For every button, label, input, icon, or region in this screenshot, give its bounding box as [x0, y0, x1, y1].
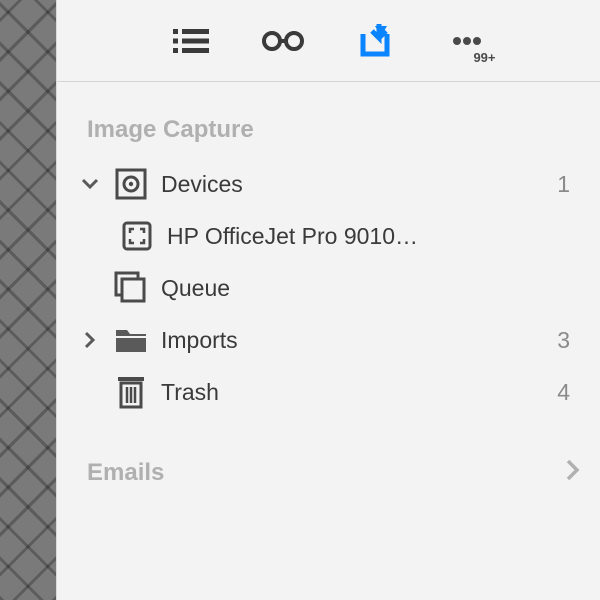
- scanner-icon: [119, 218, 155, 254]
- list-icon: [173, 27, 209, 55]
- more-icon: [452, 36, 482, 46]
- chevron-down-icon: [81, 178, 99, 190]
- disclosure-imports[interactable]: [79, 329, 101, 351]
- more-badge: 99+: [473, 50, 495, 65]
- imports-count: 3: [557, 327, 570, 354]
- sidebar-item-queue[interactable]: Queue: [57, 262, 600, 314]
- section-header-image-capture: Image Capture: [57, 82, 600, 158]
- device-icon: [113, 166, 149, 202]
- devices-count: 1: [557, 171, 570, 198]
- background-texture: [0, 0, 56, 600]
- list-view-button[interactable]: [166, 19, 216, 63]
- import-button[interactable]: [350, 19, 400, 63]
- imports-label: Imports: [161, 327, 545, 354]
- sidebar-item-trash[interactable]: Trash 4: [57, 366, 600, 418]
- folder-icon: [113, 322, 149, 358]
- disclosure-devices[interactable]: [79, 173, 101, 195]
- sidebar-panel: 99+ Image Capture Devices 1 HP OfficeJet: [56, 0, 600, 600]
- trash-icon: [113, 374, 149, 410]
- toolbar: 99+: [57, 0, 600, 82]
- import-icon: [357, 24, 393, 58]
- section-header-emails[interactable]: Emails: [57, 418, 600, 497]
- trash-label: Trash: [161, 379, 545, 406]
- queue-label: Queue: [161, 275, 570, 302]
- emails-label: Emails: [87, 459, 164, 487]
- devices-label: Devices: [161, 171, 545, 198]
- queue-icon: [113, 270, 149, 306]
- sidebar-item-devices[interactable]: Devices 1: [57, 158, 600, 210]
- glasses-icon: [262, 31, 304, 51]
- more-button[interactable]: 99+: [442, 19, 492, 63]
- preview-button[interactable]: [258, 19, 308, 63]
- sidebar-item-imports[interactable]: Imports 3: [57, 314, 600, 366]
- chevron-right-icon: [84, 331, 96, 349]
- trash-count: 4: [557, 379, 570, 406]
- device-hp-label: HP OfficeJet Pro 9010…: [167, 223, 570, 250]
- sidebar-item-device-hp[interactable]: HP OfficeJet Pro 9010…: [57, 210, 600, 262]
- chevron-right-icon: [566, 458, 580, 487]
